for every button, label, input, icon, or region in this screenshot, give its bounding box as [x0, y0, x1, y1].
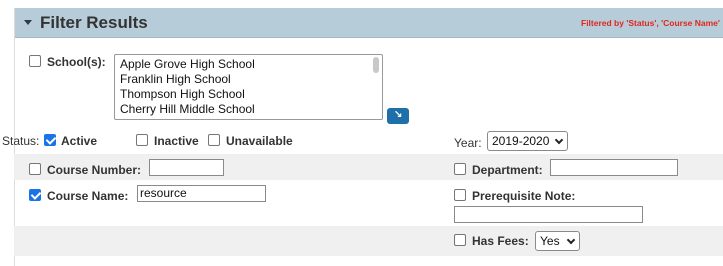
filter-header: Filter Results Filtered by 'Status', 'Co…: [15, 8, 723, 38]
prerequisite-note-input[interactable]: [454, 206, 643, 223]
has-fees-select[interactable]: Yes: [535, 231, 580, 251]
add-school-button[interactable]: ↘: [387, 108, 409, 124]
course-number-label: Course Number:: [47, 163, 142, 177]
year-select[interactable]: 2019-2020: [487, 131, 568, 151]
listbox-scrollbar[interactable]: [373, 57, 379, 73]
status-unavailable-checkbox[interactable]: [208, 134, 220, 146]
has-fees-checkbox[interactable]: [454, 234, 466, 246]
filter-title: Filter Results: [40, 13, 148, 32]
school-option[interactable]: Cherry Hill Middle School: [120, 102, 255, 116]
status-unavailable-label: Unavailable: [226, 134, 293, 148]
arrow-down-right-icon: ↘: [394, 109, 403, 120]
course-number-checkbox[interactable]: [29, 163, 41, 175]
year-value: 2019-2020: [492, 134, 550, 148]
department-input[interactable]: [550, 159, 678, 176]
course-name-checkbox[interactable]: [29, 189, 41, 201]
status-row: [14, 124, 723, 154]
status-active-label: Active: [61, 134, 98, 148]
school-option[interactable]: Thompson High School: [120, 87, 245, 101]
chevron-down-icon: [566, 235, 576, 245]
prerequisite-note-label: Prerequisite Note:: [472, 189, 576, 203]
department-label: Department:: [472, 163, 543, 177]
filtered-by-note: Filtered by 'Status', 'Course Name': [581, 18, 720, 28]
course-number-input[interactable]: [149, 159, 224, 176]
has-fees-label: Has Fees:: [472, 234, 529, 248]
course-name-label: Course Name:: [47, 189, 129, 203]
has-fees-value: Yes: [540, 234, 560, 248]
chevron-down-icon: [554, 135, 564, 145]
schools-listbox[interactable]: Apple Grove High School Franklin High Sc…: [114, 54, 383, 120]
status-label: Status:: [2, 134, 40, 148]
school-option[interactable]: Apple Grove High School: [120, 57, 255, 71]
department-checkbox[interactable]: [454, 163, 466, 175]
has-fees-row: [14, 226, 723, 256]
status-inactive-label: Inactive: [154, 134, 199, 148]
prerequisite-note-checkbox[interactable]: [454, 189, 466, 201]
status-active-checkbox[interactable]: [44, 134, 56, 146]
schools-checkbox[interactable]: [29, 55, 41, 67]
year-label: Year:: [454, 136, 482, 150]
course-name-input[interactable]: resource: [137, 185, 266, 202]
schools-label: School(s):: [47, 55, 106, 69]
status-inactive-checkbox[interactable]: [136, 134, 148, 146]
school-option[interactable]: Franklin High School: [120, 72, 231, 86]
collapse-toggle-icon[interactable]: [24, 20, 32, 25]
